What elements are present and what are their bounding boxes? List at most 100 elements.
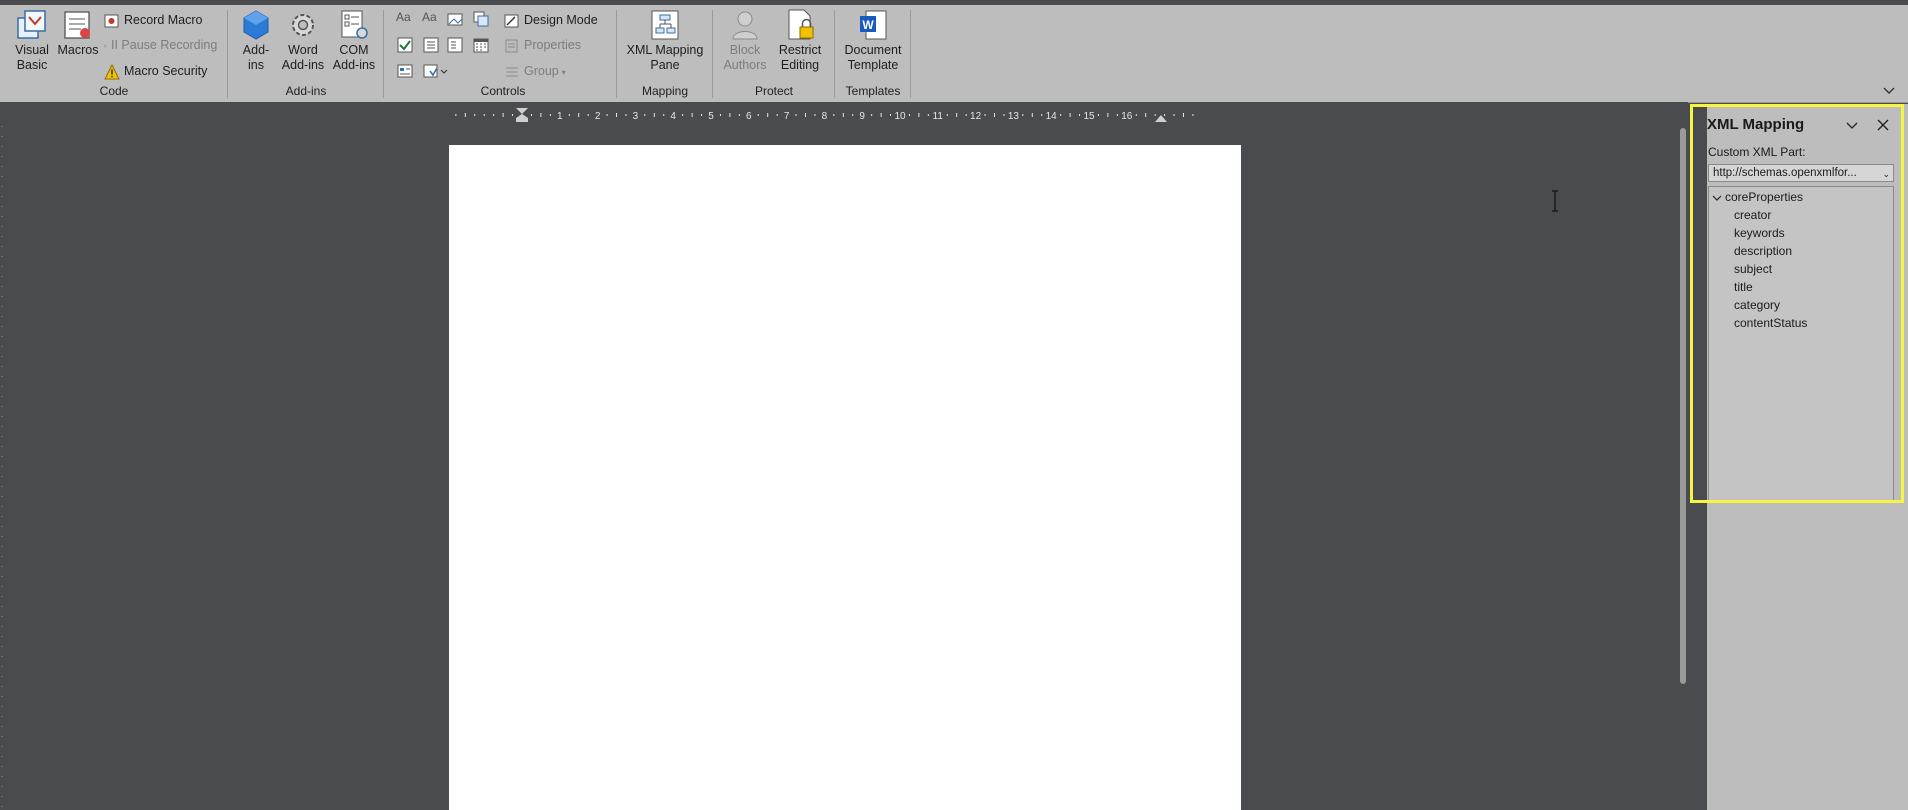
plain-text-control-icon[interactable]: Aa (422, 10, 440, 28)
group-button[interactable]: Group ▾ (504, 60, 566, 82)
restrict-editing-label: Restrict Editing (778, 43, 822, 72)
ruler-number: 14 (1046, 111, 1058, 122)
block-authors-icon (732, 11, 758, 40)
ruler-number: 7 (784, 111, 790, 122)
tree-root-label: coreProperties (1725, 190, 1804, 204)
word-document-icon: W (860, 10, 887, 40)
tree-node[interactable]: creator (1734, 208, 1771, 222)
pause-recording-label: II Pause Recording (111, 38, 218, 52)
pause-recording-button[interactable]: II Pause Recording (104, 34, 217, 56)
tree-node[interactable]: subject (1734, 262, 1772, 276)
separator (834, 10, 835, 98)
rich-text-control-icon[interactable]: Aa (396, 10, 414, 28)
design-mode-button[interactable]: Design Mode (504, 9, 598, 31)
xml-mapping-pane-button[interactable]: XML Mapping Pane (620, 8, 710, 73)
combo-box-control-icon[interactable] (422, 36, 440, 54)
controls-group: Aa Aa Design Mode Properties Group ▾ Con… (388, 6, 618, 100)
close-icon[interactable] (1876, 118, 1890, 132)
checkbox-control-icon[interactable] (396, 36, 414, 54)
building-block-control-icon[interactable] (472, 10, 490, 28)
tree-node[interactable]: title (1734, 280, 1753, 294)
templates-group-label: Templates (845, 84, 901, 98)
document-template-button[interactable]: W Document Template (838, 8, 908, 73)
restrict-editing-button[interactable]: Restrict Editing (772, 8, 828, 73)
properties-button[interactable]: Properties (504, 34, 581, 56)
mapping-group: XML Mapping Pane Mapping (620, 6, 710, 100)
custom-xml-part-select[interactable]: http://schemas.openxmlfor... ⌄ (1708, 164, 1894, 182)
block-authors-button[interactable]: Block Authors (716, 8, 774, 73)
ruler-number: 16 (1121, 111, 1133, 122)
addins-group-label: Add-ins (285, 84, 327, 98)
protect-group-label: Protect (754, 84, 793, 98)
ruler-number: 9 (859, 111, 865, 122)
scrollbar-thumb[interactable] (1680, 128, 1686, 684)
ruler-number: 1 (557, 111, 563, 122)
macro-security-button[interactable]: Macro Security (104, 60, 207, 82)
legacy-tools-icon[interactable] (422, 62, 448, 80)
com-addins-button[interactable]: COM Add-ins (328, 8, 380, 73)
com-addins-label: COM Add-ins (332, 43, 376, 72)
document-template-label: Document Template (844, 43, 902, 72)
visual-basic-button[interactable]: Visual Basic (8, 8, 56, 73)
collapse-ribbon-icon[interactable] (1882, 84, 1896, 98)
tree-node[interactable]: description (1734, 244, 1792, 258)
ruler-number: 8 (822, 111, 828, 122)
separator (227, 10, 228, 98)
word-addins-button[interactable]: Word Add-ins (278, 8, 328, 73)
separator (383, 10, 384, 98)
ruler-number: 11 (933, 111, 944, 122)
ruler-number: 15 (1083, 111, 1095, 122)
block-authors-label: Block Authors (723, 43, 767, 72)
ruler-number: 13 (1008, 111, 1020, 122)
chevron-down-icon[interactable] (1712, 193, 1722, 203)
tree-node[interactable]: category (1734, 298, 1780, 312)
visual-basic-icon (17, 10, 46, 39)
xml-mapping-icon (651, 10, 679, 40)
tree-node[interactable]: contentStatus (1734, 316, 1807, 330)
ruler-number: 5 (708, 111, 714, 122)
record-macro-icon (104, 14, 119, 28)
ruler-number: 3 (633, 111, 639, 122)
ruler-number: 12 (970, 111, 982, 122)
pane-options-icon[interactable] (1845, 119, 1859, 133)
tree-node[interactable]: keywords (1734, 226, 1785, 240)
vertical-ruler (1, 126, 3, 810)
addins-group: Add- ins Word Add-ins COM Add-ins Add-in… (232, 6, 380, 100)
design-mode-icon (504, 14, 519, 28)
left-indent-marker[interactable] (516, 114, 528, 122)
repeating-section-control-icon[interactable] (396, 62, 414, 80)
visual-basic-label: Visual Basic (15, 43, 49, 72)
svg-text:W: W (862, 18, 874, 32)
tree-root-node[interactable]: coreProperties (1712, 190, 1803, 204)
gear-icon (292, 14, 314, 36)
horizontal-ruler[interactable]: 1 2 3 4 5 6 7 8 9 10 11 12 13 14 15 16 (448, 108, 1232, 122)
pause-icon (104, 44, 107, 48)
properties-icon (505, 39, 518, 53)
xml-mapping-pane-label: XML Mapping Pane (626, 43, 704, 72)
mapping-group-label: Mapping (641, 84, 689, 98)
macros-button[interactable]: Macros (54, 8, 102, 58)
templates-group: W Document Template Templates (838, 6, 908, 100)
right-indent-marker[interactable] (1155, 115, 1167, 122)
code-group: Visual Basic Macros Record Macro II Paus… (4, 6, 224, 100)
design-mode-label: Design Mode (524, 13, 598, 27)
dropdown-list-control-icon[interactable] (446, 36, 464, 54)
group-label: Group (524, 64, 559, 78)
custom-xml-part-value: http://schemas.openxmlfor... (1713, 167, 1857, 179)
protect-group: Block Authors Restrict Editing Protect (716, 6, 832, 100)
pane-title: XML Mapping (1707, 116, 1805, 133)
addins-label: Add- ins (242, 43, 270, 72)
picture-control-icon[interactable] (446, 11, 464, 29)
document-page[interactable] (449, 145, 1241, 810)
separator (712, 10, 713, 98)
addins-button[interactable]: Add- ins (238, 8, 274, 73)
code-group-label: Code (99, 84, 129, 98)
record-macro-label: Record Macro (124, 13, 203, 27)
window-edge (0, 0, 1908, 5)
date-picker-control-icon[interactable] (472, 36, 490, 54)
controls-group-label: Controls (480, 84, 526, 98)
separator (910, 10, 911, 98)
first-line-indent-marker[interactable] (516, 108, 528, 114)
record-macro-button[interactable]: Record Macro (104, 9, 203, 31)
ruler-number: 4 (670, 111, 676, 122)
